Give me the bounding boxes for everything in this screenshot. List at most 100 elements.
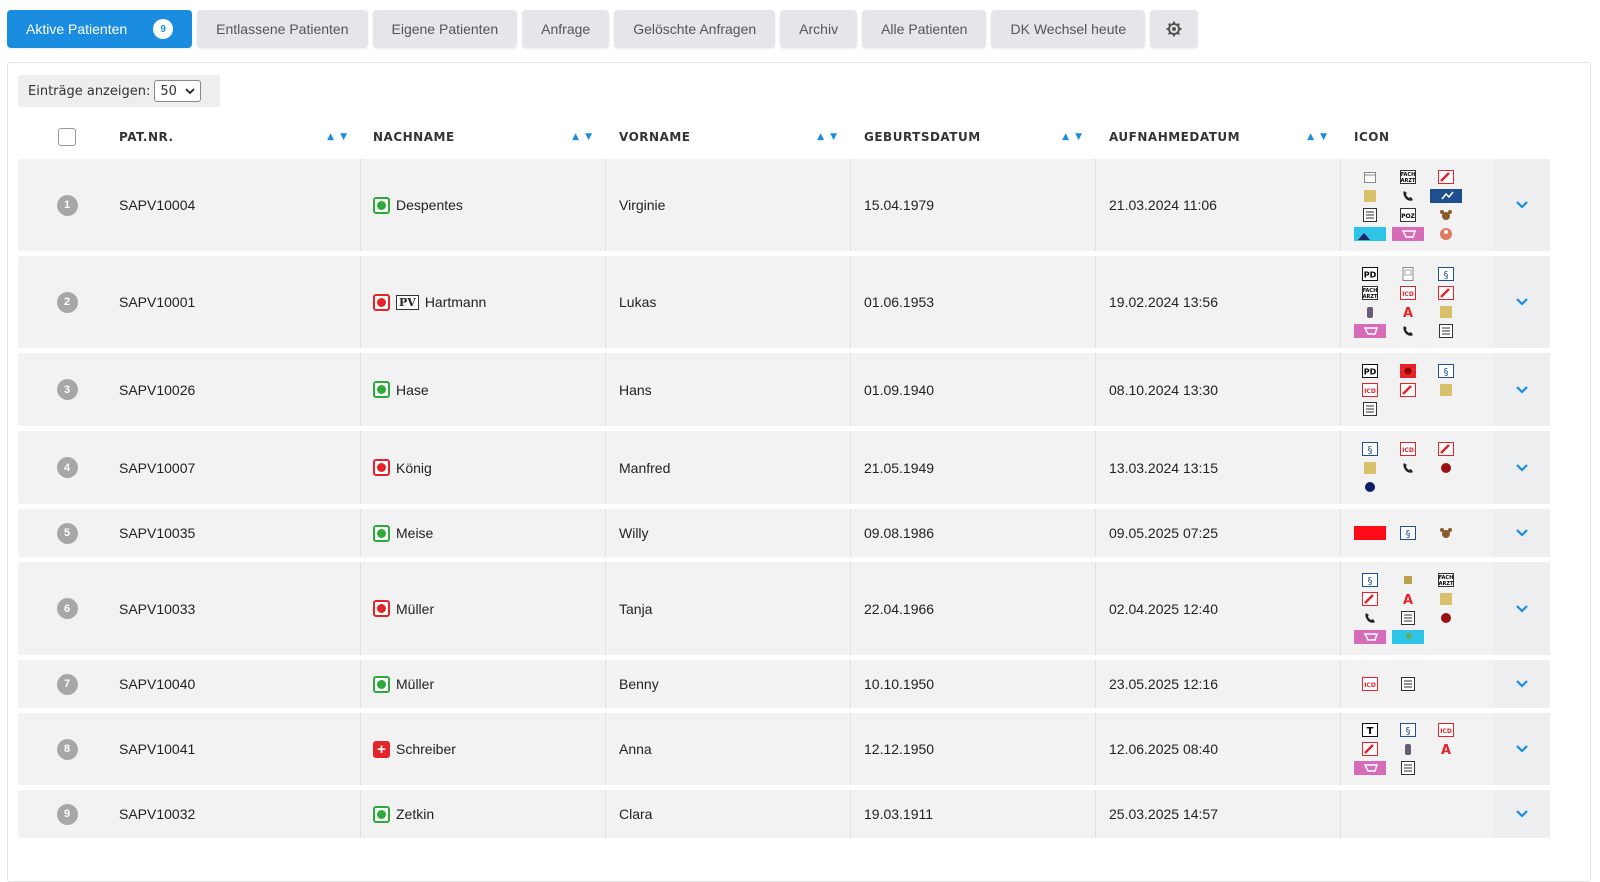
tab-eigene-patienten[interactable]: Eigene Patienten bbox=[372, 10, 518, 48]
bracket-icon[interactable]: § bbox=[1392, 723, 1424, 738]
ball-red-icon[interactable] bbox=[1430, 611, 1462, 626]
icd-icon[interactable]: ICD bbox=[1392, 285, 1424, 300]
icd-icon[interactable]: ICD bbox=[1392, 441, 1424, 456]
alert-red-icon[interactable] bbox=[1392, 363, 1424, 378]
expand-button[interactable] bbox=[1493, 509, 1550, 557]
pen-red-icon[interactable] bbox=[1430, 285, 1462, 300]
expand-button[interactable] bbox=[1493, 431, 1550, 504]
person-cyan-icon[interactable] bbox=[1392, 630, 1424, 645]
poz-icon[interactable]: POZ bbox=[1392, 207, 1424, 222]
ball-blue-icon[interactable] bbox=[1354, 479, 1386, 494]
cart-pink-icon[interactable] bbox=[1354, 761, 1386, 776]
tab-anfrage[interactable]: Anfrage bbox=[522, 10, 610, 48]
list-icon[interactable] bbox=[1354, 207, 1386, 222]
facharzt-icon[interactable]: FACH ARZT bbox=[1354, 285, 1386, 300]
sticky-note-icon[interactable] bbox=[1430, 592, 1462, 607]
document-icon[interactable] bbox=[1392, 266, 1424, 281]
red-bar-icon[interactable] bbox=[1354, 526, 1386, 541]
header-aufnahmedatum[interactable]: AUFNAHMEDATUM ▲▼ bbox=[1096, 121, 1341, 153]
list-icon[interactable] bbox=[1392, 677, 1424, 692]
calendar-icon[interactable] bbox=[1354, 169, 1386, 184]
expand-button[interactable] bbox=[1493, 790, 1550, 838]
person-round-icon[interactable] bbox=[1430, 226, 1462, 241]
bracket-icon[interactable]: § bbox=[1430, 363, 1462, 378]
table-row[interactable]: 7 SAPV10040 Müller Benny 10.10.1950 23.05.202… bbox=[18, 660, 1550, 708]
icd-icon[interactable]: ICD bbox=[1430, 723, 1462, 738]
tab-aktive-patienten[interactable]: Aktive Patienten 9 bbox=[7, 10, 193, 48]
pen-red-icon[interactable] bbox=[1430, 169, 1462, 184]
table-row[interactable]: 1 SAPV10004 Despentes Virginie 15.04.1979 21.… bbox=[18, 159, 1550, 251]
pen-red-icon[interactable] bbox=[1430, 441, 1462, 456]
list-icon[interactable] bbox=[1430, 323, 1462, 338]
bracket-icon[interactable]: § bbox=[1354, 573, 1386, 588]
table-row[interactable]: 3 SAPV10026 Hase Hans 01.09.1940 08.10.2024 1… bbox=[18, 353, 1550, 426]
phone-icon[interactable] bbox=[1392, 460, 1424, 475]
cart-pink-icon[interactable] bbox=[1392, 226, 1424, 241]
icd-icon[interactable]: ICD bbox=[1354, 382, 1386, 397]
cart-pink-icon[interactable] bbox=[1354, 630, 1386, 645]
expand-button[interactable] bbox=[1493, 713, 1550, 785]
phone-icon[interactable] bbox=[1392, 323, 1424, 338]
expand-button[interactable] bbox=[1493, 256, 1550, 348]
facharzt-icon[interactable]: FACH ARZT bbox=[1392, 169, 1424, 184]
facharzt-icon[interactable]: FACH ARZT bbox=[1430, 573, 1462, 588]
header-geburtsdatum[interactable]: GEBURTSDATUM ▲▼ bbox=[851, 121, 1096, 153]
expand-button[interactable] bbox=[1493, 353, 1550, 426]
list-icon[interactable] bbox=[1392, 761, 1424, 776]
sticky-note-icon[interactable] bbox=[1354, 188, 1386, 203]
pen-red-icon[interactable] bbox=[1392, 382, 1424, 397]
table-row[interactable]: 2 SAPV10001 PV Hartmann Lukas 01.06.1953 19.02… bbox=[18, 256, 1550, 348]
dog-icon[interactable] bbox=[1430, 526, 1462, 541]
list-icon[interactable] bbox=[1392, 611, 1424, 626]
sort-icon[interactable]: ▲▼ bbox=[327, 132, 353, 142]
header-patnr[interactable]: PAT.NR. ▲▼ bbox=[116, 121, 361, 153]
tab-archiv[interactable]: Archiv bbox=[780, 10, 858, 48]
pd-icon[interactable]: PD bbox=[1354, 266, 1386, 281]
bracket-icon[interactable]: § bbox=[1430, 266, 1462, 281]
entries-select[interactable]: 50 bbox=[154, 80, 202, 102]
sticky-small-icon[interactable] bbox=[1392, 573, 1424, 588]
bottle-icon[interactable] bbox=[1354, 304, 1386, 319]
chart-blue-icon[interactable] bbox=[1430, 188, 1462, 203]
cart-pink-icon[interactable] bbox=[1354, 323, 1386, 338]
expand-button[interactable] bbox=[1493, 159, 1550, 251]
bracket-icon[interactable]: § bbox=[1392, 526, 1424, 541]
sort-icon[interactable]: ▲▼ bbox=[1307, 132, 1333, 142]
bottle-icon[interactable] bbox=[1392, 742, 1424, 757]
icd-icon[interactable]: ICD bbox=[1354, 677, 1386, 692]
t-box-icon[interactable]: T bbox=[1354, 723, 1386, 738]
table-row[interactable]: 6 SAPV10033 Müller Tanja 22.04.1966 02.04.202… bbox=[18, 562, 1550, 655]
landscape-icon[interactable] bbox=[1354, 226, 1386, 241]
sticky-note-icon[interactable] bbox=[1430, 382, 1462, 397]
header-nachname[interactable]: NACHNAME ▲▼ bbox=[361, 121, 606, 153]
sort-icon[interactable]: ▲▼ bbox=[1062, 132, 1088, 142]
sticky-note-icon[interactable] bbox=[1430, 304, 1462, 319]
list-icon[interactable] bbox=[1354, 401, 1386, 416]
pen-red-icon[interactable] bbox=[1354, 592, 1386, 607]
phone-icon[interactable] bbox=[1392, 188, 1424, 203]
ball-red-icon[interactable] bbox=[1430, 460, 1462, 475]
tab-alle-patienten[interactable]: Alle Patienten bbox=[862, 10, 987, 48]
tab-dk-wechsel-heute[interactable]: DK Wechsel heute bbox=[991, 10, 1146, 48]
dog-icon[interactable] bbox=[1430, 207, 1462, 222]
table-row[interactable]: 4 SAPV10007 König Manfred 21.05.1949 13.03.20… bbox=[18, 431, 1550, 504]
bracket-icon[interactable]: § bbox=[1354, 441, 1386, 456]
pharmacy-icon[interactable]: A bbox=[1392, 592, 1424, 607]
table-row[interactable]: 8 SAPV10041 + Schreiber Anna 12.12.1950 12.06.… bbox=[18, 713, 1550, 785]
pd-icon[interactable]: PD bbox=[1354, 363, 1386, 378]
sort-icon[interactable]: ▲▼ bbox=[572, 132, 598, 142]
select-all-checkbox[interactable] bbox=[58, 128, 76, 146]
tab-gelöschte-anfragen[interactable]: Gelöschte Anfragen bbox=[614, 10, 776, 48]
tab-entlassene-patienten[interactable]: Entlassene Patienten bbox=[197, 10, 368, 48]
header-vorname[interactable]: VORNAME ▲▼ bbox=[606, 121, 851, 153]
expand-button[interactable] bbox=[1493, 562, 1550, 655]
sticky-note-icon[interactable] bbox=[1354, 460, 1386, 475]
table-row[interactable]: 5 SAPV10035 Meise Willy 09.08.1986 09.05.2025… bbox=[18, 509, 1550, 557]
sort-icon[interactable]: ▲▼ bbox=[817, 132, 843, 142]
settings-button[interactable] bbox=[1150, 10, 1199, 48]
table-row[interactable]: 9 SAPV10032 Zetkin Clara 19.03.1911 25.03.202… bbox=[18, 790, 1550, 838]
phone-icon[interactable] bbox=[1354, 611, 1386, 626]
pen-red-icon[interactable] bbox=[1354, 742, 1386, 757]
pharmacy-icon[interactable]: A bbox=[1430, 742, 1462, 757]
pharmacy-icon[interactable]: A bbox=[1392, 304, 1424, 319]
